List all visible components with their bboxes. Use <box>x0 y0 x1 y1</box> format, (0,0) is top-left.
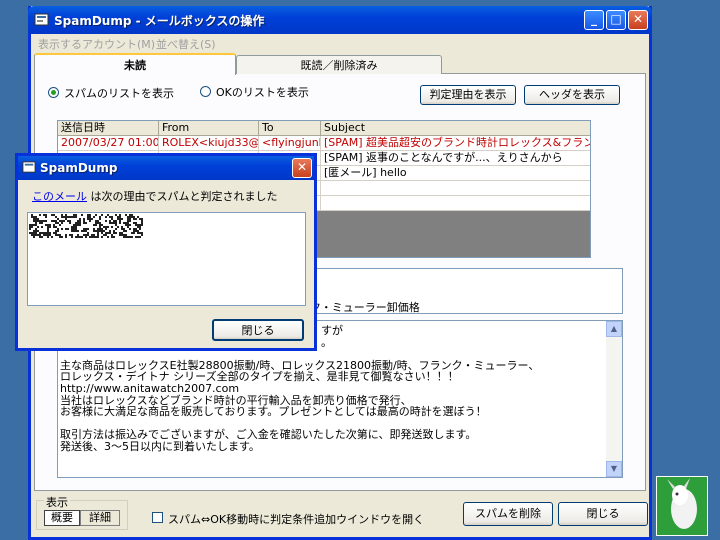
scroll-down-icon[interactable]: ▼ <box>606 461 622 477</box>
cell-subject: [匿メール] hello <box>321 166 590 181</box>
menubar: 表示するアカウント(M) 並べ替え(S) <box>31 34 649 52</box>
dialog-message: このメール は次の理由でスパムと判定されました <box>32 188 278 204</box>
checkbox-open-window[interactable] <box>152 512 163 523</box>
col-to[interactable]: To <box>259 121 321 136</box>
cell-empty <box>321 196 590 211</box>
app-icon <box>34 13 49 26</box>
minimize-icon[interactable]: _ <box>584 10 604 30</box>
subject-fragment: ク・ミューラー卸価格 <box>310 301 420 314</box>
cell-to: <flyingjunk <box>259 136 321 151</box>
reason-text-box[interactable] <box>27 212 306 306</box>
dialog-close-icon[interactable]: ✕ <box>292 158 312 178</box>
radio-ok-list[interactable]: OKのリストを表示 <box>200 84 309 100</box>
menu-sort[interactable]: 並べ替え(S) <box>156 36 216 52</box>
radio-unselected-icon <box>200 86 211 97</box>
show-reason-button[interactable]: 判定理由を表示 <box>420 85 516 105</box>
radio-ok-label: OKのリストを表示 <box>216 86 309 99</box>
dialog-title: SpamDump <box>40 161 118 175</box>
dialog-message-text: は次の理由でスパムと判定されました <box>87 190 278 203</box>
delete-spam-button[interactable]: スパムを削除 <box>463 502 553 526</box>
body-scrollbar[interactable]: ▲ ▼ <box>606 321 622 477</box>
cell-empty <box>321 181 590 196</box>
cell-date: 2007/03/27 01:00:xx <box>58 136 159 151</box>
cell-from: ROLEX<kiujd33@y <box>159 136 259 151</box>
view-detail-button[interactable]: 詳細 <box>80 510 120 526</box>
cell-subject: [SPAM] 返事のことなんですが...、えりさんから <box>321 151 590 166</box>
close-button[interactable]: 閉じる <box>558 502 648 526</box>
show-header-button[interactable]: ヘッダを表示 <box>524 85 620 105</box>
reason-dialog: SpamDump ✕ このメール は次の理由でスパムと判定されました 閉じる <box>15 153 317 351</box>
col-subject[interactable]: Subject <box>321 121 590 136</box>
body-line: お客様に大満足な商品を販売しております。プレゼントとしては最高の時計を選ぼう！ <box>60 405 487 419</box>
radio-spam-label: スパムのリストを表示 <box>64 87 174 100</box>
tab-unread[interactable]: 未読 <box>34 53 236 75</box>
this-mail-link[interactable]: このメール <box>32 190 87 203</box>
maximize-icon[interactable]: □ <box>606 10 626 30</box>
dialog-app-icon <box>22 161 36 173</box>
col-date[interactable]: 送信日時 <box>58 121 159 136</box>
col-from[interactable]: From <box>159 121 259 136</box>
main-titlebar[interactable]: SpamDump - メールボックスの操作 _ □ ✕ <box>28 6 652 34</box>
close-icon[interactable]: ✕ <box>628 10 648 30</box>
menu-account[interactable]: 表示するアカウント(M) <box>38 36 155 52</box>
tab-read-deleted[interactable]: 既読／削除済み <box>236 55 442 74</box>
window-title: SpamDump - メールボックスの操作 <box>54 14 265 28</box>
view-summary-button[interactable]: 概要 <box>44 510 80 526</box>
radio-spam-list[interactable]: スパムのリストを表示 <box>48 85 174 101</box>
scroll-up-icon[interactable]: ▲ <box>606 321 622 337</box>
reason-noise-image <box>29 214 143 238</box>
checkbox-label: スパム⇔OK移動時に判定条件追加ウインドウを開く <box>168 513 425 526</box>
goat-image <box>656 476 708 536</box>
radio-selected-icon <box>48 87 59 98</box>
view-group-label: 表示 <box>44 494 70 510</box>
body-line: 。 <box>321 335 332 349</box>
dialog-close-button[interactable]: 閉じる <box>212 319 304 341</box>
cell-subject: [SPAM] 超美品超安のブランド時計ロレックス&フラン <box>321 136 590 151</box>
dialog-titlebar[interactable]: SpamDump ✕ <box>18 156 314 180</box>
body-line: 発送後、3～5日以内に到着いたします。 <box>60 440 260 453</box>
